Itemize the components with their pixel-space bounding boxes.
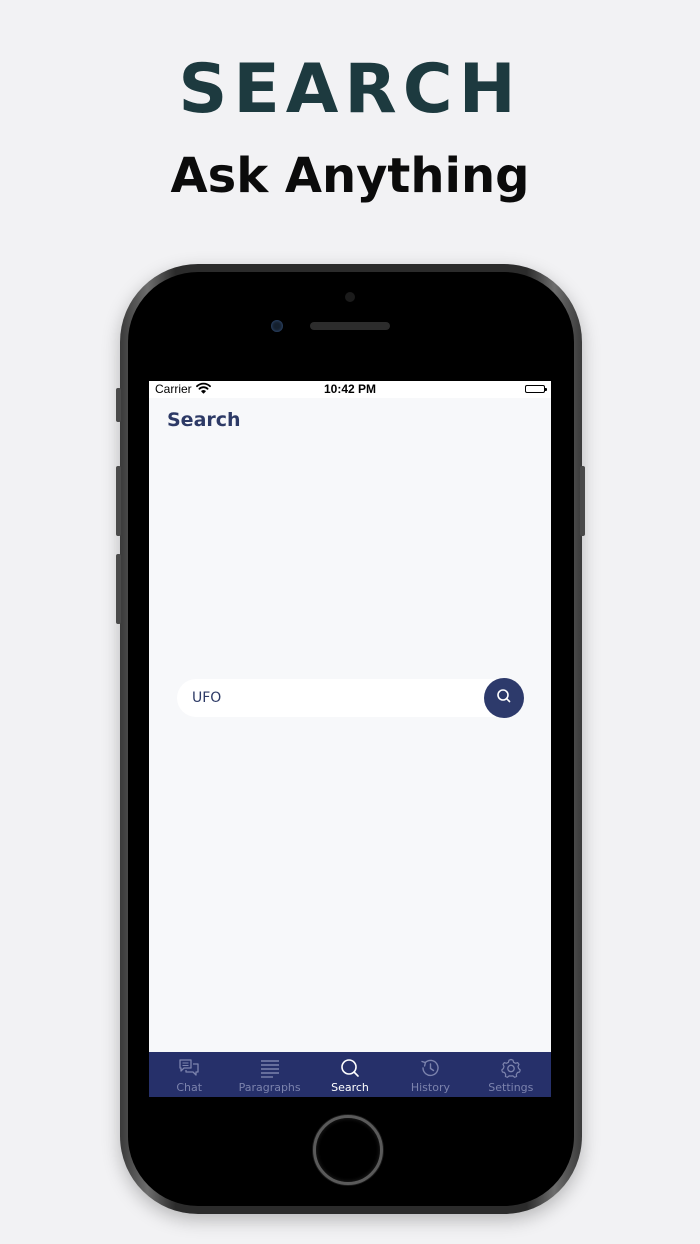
- page-title: Search: [167, 409, 241, 431]
- search-button[interactable]: [484, 678, 524, 718]
- battery-icon: [525, 385, 547, 393]
- promo-subheadline: Ask Anything: [170, 148, 530, 204]
- tab-bar: Chat Paragraphs Search History Settings: [149, 1052, 551, 1097]
- mute-switch: [116, 388, 121, 422]
- volume-up-button: [116, 466, 121, 536]
- search-icon: [496, 688, 512, 708]
- search-icon: [339, 1058, 361, 1078]
- promo-headline: SEARCH: [178, 50, 522, 129]
- home-button[interactable]: [313, 1115, 383, 1185]
- tab-label: Settings: [488, 1081, 534, 1094]
- earpiece-speaker: [310, 322, 390, 330]
- search-bar: [177, 678, 524, 718]
- tab-paragraphs[interactable]: Paragraphs: [229, 1052, 309, 1097]
- status-time: 10:42 PM: [323, 382, 377, 396]
- paragraphs-icon: [259, 1058, 281, 1078]
- search-input[interactable]: [192, 679, 482, 717]
- history-icon: [419, 1058, 441, 1078]
- front-camera: [345, 292, 355, 302]
- power-button: [580, 466, 585, 536]
- tab-label: Chat: [176, 1081, 203, 1094]
- volume-down-button: [116, 554, 121, 624]
- tab-search[interactable]: Search: [310, 1052, 390, 1097]
- tab-chat[interactable]: Chat: [149, 1052, 229, 1097]
- chat-icon: [178, 1058, 200, 1078]
- tab-label: Search: [331, 1081, 369, 1094]
- status-bar: Carrier 10:42 PM: [149, 381, 551, 398]
- tab-label: Paragraphs: [238, 1081, 301, 1094]
- tab-history[interactable]: History: [390, 1052, 470, 1097]
- app-screen: Carrier 10:42 PM Search UFO Chat Paragra…: [149, 381, 551, 1097]
- tab-label: History: [410, 1081, 450, 1094]
- tab-settings[interactable]: Settings: [471, 1052, 551, 1097]
- proximity-sensor: [271, 320, 283, 332]
- settings-icon: [500, 1058, 522, 1078]
